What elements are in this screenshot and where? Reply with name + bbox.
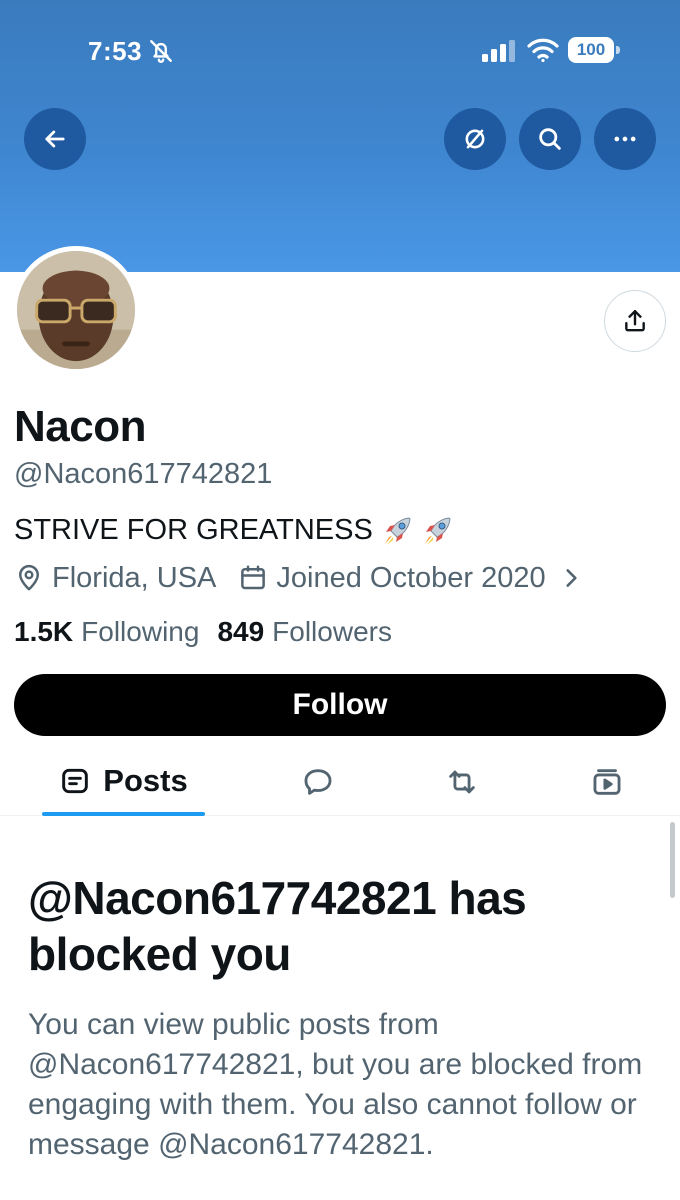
followers-count[interactable]: 849: [217, 616, 264, 648]
profile-meta: Florida, USA Joined October 2020: [14, 560, 584, 596]
battery-tip: [616, 46, 620, 54]
blocked-message: You can view public posts from @Nacon617…: [28, 1008, 643, 1161]
more-button[interactable]: [594, 108, 656, 170]
media-icon[interactable]: [590, 765, 624, 799]
profile-handle: @Nacon617742821: [14, 458, 273, 490]
profile-location: Florida, USA: [52, 561, 217, 594]
wifi-icon: [527, 38, 559, 63]
profile-tabs: Posts: [0, 746, 680, 816]
more-dots-icon: [614, 136, 636, 142]
hidden-content-button[interactable]: [444, 108, 506, 170]
share-icon: [625, 310, 645, 332]
status-time: 7:53: [88, 36, 143, 66]
search-button[interactable]: [519, 108, 581, 170]
slash-circle-icon: [465, 129, 485, 149]
battery-level: 100: [568, 37, 614, 63]
reposts-icon[interactable]: [445, 765, 479, 799]
bio-text: STRIVE FOR GREATNESS: [14, 513, 373, 546]
battery-indicator: 100: [568, 37, 620, 63]
rocket-icon: [424, 517, 451, 545]
arrow-left-icon: [45, 130, 65, 148]
share-button[interactable]: [604, 290, 666, 352]
profile-bio: STRIVE FOR GREATNESS: [14, 512, 457, 548]
rocket-icon: [384, 517, 411, 545]
location-pin-icon: [19, 564, 39, 591]
calendar-icon: [241, 565, 266, 590]
follow-stats: 1.5K Following 849 Followers: [14, 614, 410, 650]
tab-posts-label: Posts: [103, 763, 188, 798]
bio-emoji: [381, 512, 457, 548]
profile-join-date[interactable]: Joined October 2020: [276, 562, 545, 595]
chevron-right-icon[interactable]: [558, 565, 584, 591]
follow-button[interactable]: Follow: [14, 674, 666, 736]
back-button[interactable]: [24, 108, 86, 170]
followers-label[interactable]: Followers: [272, 616, 392, 648]
posts-icon: [62, 768, 89, 794]
avatar[interactable]: [12, 246, 140, 374]
status-bar: 7:53 100: [0, 0, 680, 100]
bell-off-icon: [150, 40, 172, 63]
scrollbar[interactable]: [670, 822, 675, 898]
tab-posts[interactable]: Posts: [42, 746, 205, 816]
following-label[interactable]: Following: [81, 616, 199, 648]
signal-icon: [482, 40, 515, 62]
search-icon: [539, 128, 561, 150]
avatar-photo: [17, 251, 135, 369]
active-tab-indicator: [42, 812, 205, 816]
following-count[interactable]: 1.5K: [14, 616, 73, 648]
display-name: Nacon: [14, 402, 146, 451]
replies-icon[interactable]: [301, 765, 335, 799]
blocked-title: @Nacon617742821 has blocked you: [28, 872, 527, 980]
